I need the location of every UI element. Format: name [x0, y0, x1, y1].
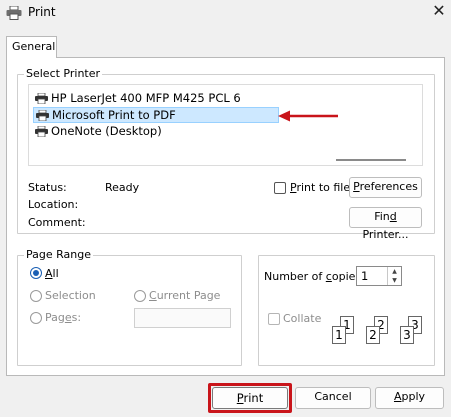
page-card: 2 — [366, 326, 380, 344]
pages-input[interactable] — [134, 308, 231, 328]
number-of-copies-label: Number of copies: — [264, 270, 365, 283]
pages-radio[interactable] — [30, 312, 42, 324]
find-printer-button[interactable]: Find Printer... — [349, 207, 422, 241]
cancel-button[interactable]: Cancel — [295, 387, 371, 409]
printer-icon — [35, 93, 48, 104]
collate-checkbox[interactable] — [268, 313, 280, 325]
select-printer-label: Select Printer — [24, 67, 103, 80]
red-arrow-annotation — [278, 110, 338, 122]
window-title: Print — [28, 5, 56, 19]
print-to-file-label[interactable]: Print to file — [290, 181, 350, 194]
all-radio[interactable] — [30, 267, 42, 279]
status-value: Ready — [105, 181, 140, 194]
copies-value: 1 — [361, 269, 369, 283]
tab-general[interactable]: General — [6, 36, 57, 58]
collate-pages-icon: 1 1 2 2 3 3 — [330, 316, 430, 350]
current-page-label[interactable]: Current Page — [149, 289, 220, 302]
location-label: Location: — [28, 198, 79, 211]
comment-label: Comment: — [28, 216, 86, 229]
close-button[interactable]: ✕ — [428, 1, 450, 23]
printer-icon — [36, 110, 49, 121]
pages-label[interactable]: Pages: — [45, 311, 81, 324]
chevron-down-icon[interactable]: ▼ — [388, 276, 401, 285]
printer-icon — [6, 6, 22, 20]
all-label[interactable]: All — [45, 267, 59, 280]
horizontal-scrollbar[interactable] — [336, 159, 406, 161]
apply-button[interactable]: Apply — [375, 387, 444, 409]
current-page-radio[interactable] — [134, 290, 146, 302]
printer-name: OneNote (Desktop) — [51, 124, 162, 138]
printer-list[interactable]: HP LaserJet 400 MFP M425 PCL 6 Microsoft… — [28, 84, 423, 166]
preferences-button[interactable]: Preferences — [349, 177, 422, 198]
printer-name: HP LaserJet 400 MFP M425 PCL 6 — [51, 91, 241, 105]
copies-stepper[interactable]: 1 ▲ ▼ — [356, 266, 402, 286]
selection-radio[interactable] — [30, 290, 42, 302]
chevron-up-icon[interactable]: ▲ — [388, 267, 401, 276]
page-card: 3 — [400, 326, 414, 344]
print-to-file-checkbox[interactable] — [274, 182, 286, 194]
printer-item-hp-laserjet[interactable]: HP LaserJet 400 MFP M425 PCL 6 — [33, 91, 279, 107]
printer-icon — [35, 126, 48, 137]
title-bar — [0, 0, 451, 26]
page-card: 1 — [332, 326, 346, 344]
printer-item-onenote[interactable]: OneNote (Desktop) — [33, 124, 279, 140]
status-label: Status: — [28, 181, 67, 194]
close-icon: ✕ — [432, 1, 446, 20]
selection-label[interactable]: Selection — [45, 289, 96, 302]
page-range-label: Page Range — [24, 248, 93, 261]
printer-name: Microsoft Print to PDF — [52, 108, 176, 122]
collate-label[interactable]: Collate — [283, 312, 321, 325]
print-button[interactable]: Print — [212, 387, 288, 409]
printer-item-microsoft-print-to-pdf[interactable]: Microsoft Print to PDF — [33, 107, 279, 123]
stepper-buttons[interactable]: ▲ ▼ — [387, 267, 401, 285]
